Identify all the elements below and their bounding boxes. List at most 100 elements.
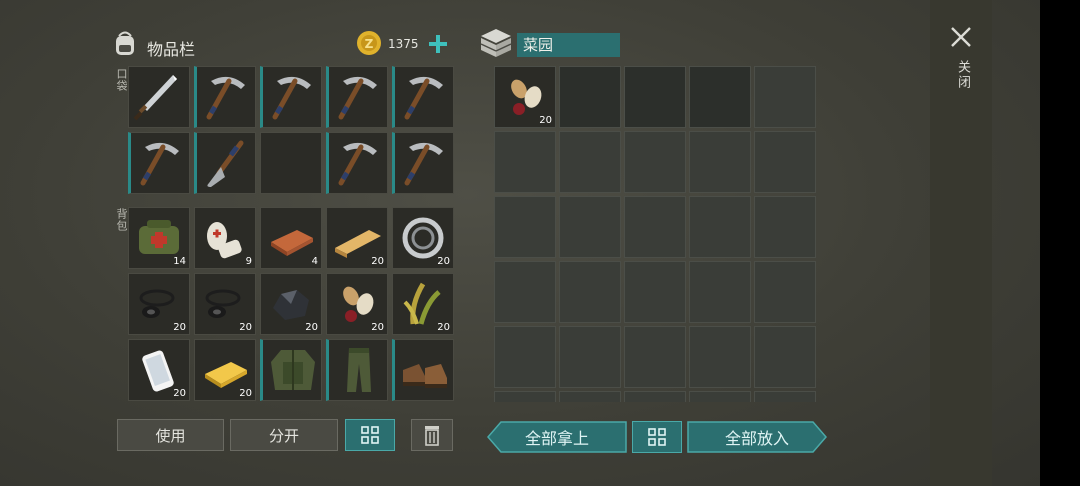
grid-icon <box>648 428 666 446</box>
empty-slot[interactable] <box>624 326 686 388</box>
inventory-slot[interactable] <box>194 132 256 194</box>
inventory-slot[interactable] <box>392 339 454 401</box>
close-label: 关闭 <box>955 60 970 90</box>
trash-button[interactable] <box>411 419 453 451</box>
empty-slot[interactable] <box>559 196 621 258</box>
empty-slot[interactable] <box>689 196 751 258</box>
empty-slot[interactable] <box>494 326 556 388</box>
inventory-slot[interactable]: 20 <box>128 273 190 335</box>
inventory-slot[interactable]: 20 <box>128 339 190 401</box>
inventory-slot[interactable]: 20 <box>326 207 388 269</box>
empty-slot[interactable] <box>754 261 816 323</box>
empty-slot[interactable] <box>559 261 621 323</box>
empty-slot[interactable] <box>754 391 816 402</box>
shovel-icon <box>197 133 257 193</box>
empty-slot[interactable] <box>689 391 751 402</box>
jacket-icon <box>263 340 323 400</box>
inventory-slot[interactable]: 20 <box>194 273 256 335</box>
empty-slot[interactable] <box>624 66 686 128</box>
inventory-slot[interactable]: 20 <box>260 273 322 335</box>
sort-garden-button[interactable] <box>632 421 682 453</box>
pants-icon <box>329 340 389 400</box>
pickaxe-icon <box>395 133 455 193</box>
add-coins-button[interactable] <box>426 32 450 56</box>
use-button[interactable]: 使用 <box>117 419 224 451</box>
item-count: 20 <box>371 256 384 267</box>
close-icon <box>951 27 971 47</box>
empty-slot[interactable] <box>624 261 686 323</box>
take-all-button[interactable]: 全部拿上 <box>487 421 627 453</box>
svg-text:Z: Z <box>365 37 374 51</box>
empty-slot[interactable] <box>689 326 751 388</box>
inventory-slot[interactable]: 14 <box>128 207 190 269</box>
empty-slot[interactable] <box>260 132 322 194</box>
empty-slot[interactable] <box>754 131 816 193</box>
item-count: 20 <box>173 322 186 333</box>
empty-slot[interactable] <box>624 391 686 402</box>
pickaxe-icon <box>131 133 191 193</box>
pocket-grid <box>128 66 454 194</box>
garden-name-field[interactable]: 菜园 <box>517 33 620 57</box>
empty-slot[interactable] <box>754 326 816 388</box>
empty-slot[interactable] <box>559 391 621 402</box>
item-count: 20 <box>437 256 450 267</box>
empty-slot[interactable] <box>559 131 621 193</box>
split-button[interactable]: 分开 <box>230 419 338 451</box>
sort-inventory-button[interactable] <box>345 419 395 451</box>
empty-slot[interactable] <box>494 131 556 193</box>
pickaxe-icon <box>329 67 389 127</box>
inventory-slot[interactable] <box>326 132 388 194</box>
item-count: 9 <box>245 256 252 267</box>
boots-icon <box>395 340 455 400</box>
empty-slot[interactable] <box>494 196 556 258</box>
pickaxe-icon <box>197 67 257 127</box>
empty-slot[interactable] <box>624 131 686 193</box>
inventory-slot[interactable] <box>326 339 388 401</box>
inventory-slot[interactable]: 20 <box>392 273 454 335</box>
inventory-slot[interactable] <box>326 66 388 128</box>
close-button[interactable]: 关闭 <box>946 22 978 102</box>
garden-title: 菜园 <box>523 36 554 54</box>
inventory-slot[interactable] <box>392 66 454 128</box>
empty-slot[interactable] <box>754 66 816 128</box>
pickaxe-icon <box>395 67 455 127</box>
inventory-title: 物品栏 <box>147 40 196 59</box>
item-count: 14 <box>173 256 186 267</box>
pickaxe-icon <box>263 67 323 127</box>
item-count: 20 <box>437 322 450 333</box>
inventory-slot[interactable] <box>194 66 256 128</box>
empty-slot[interactable] <box>494 261 556 323</box>
backpack-grid: 14 9 4 20 20 20 20 20 20 20 20 20 <box>128 207 454 401</box>
put-all-button[interactable]: 全部放入 <box>687 421 827 453</box>
item-count: 20 <box>305 322 318 333</box>
coin-icon: Z <box>356 30 382 56</box>
inventory-slot[interactable] <box>392 132 454 194</box>
inventory-slot[interactable]: 4 <box>260 207 322 269</box>
pickaxe-icon <box>329 133 389 193</box>
empty-slot[interactable] <box>689 131 751 193</box>
empty-slot[interactable] <box>689 261 751 323</box>
empty-slot[interactable] <box>689 66 751 128</box>
pocket-label: 口袋 <box>115 68 128 92</box>
item-count: 4 <box>311 256 318 267</box>
inventory-slot[interactable]: 9 <box>194 207 256 269</box>
item-count: 20 <box>239 322 252 333</box>
inventory-slot[interactable]: 20 <box>326 273 388 335</box>
garden-grid: 20 <box>494 66 816 402</box>
empty-slot[interactable] <box>559 66 621 128</box>
empty-slot[interactable] <box>559 326 621 388</box>
empty-slot[interactable] <box>754 196 816 258</box>
item-count: 20 <box>239 388 252 399</box>
backpack-label: 背包 <box>115 208 128 232</box>
storage-box-icon <box>478 26 514 60</box>
coin-count: 1375 <box>388 37 419 51</box>
inventory-slot[interactable]: 20 <box>392 207 454 269</box>
empty-slot[interactable] <box>494 391 556 402</box>
inventory-slot[interactable] <box>128 66 190 128</box>
empty-slot[interactable] <box>624 196 686 258</box>
inventory-slot[interactable] <box>128 132 190 194</box>
inventory-slot[interactable]: 20 <box>194 339 256 401</box>
garden-slot[interactable]: 20 <box>494 66 556 128</box>
inventory-slot[interactable] <box>260 339 322 401</box>
inventory-slot[interactable] <box>260 66 322 128</box>
